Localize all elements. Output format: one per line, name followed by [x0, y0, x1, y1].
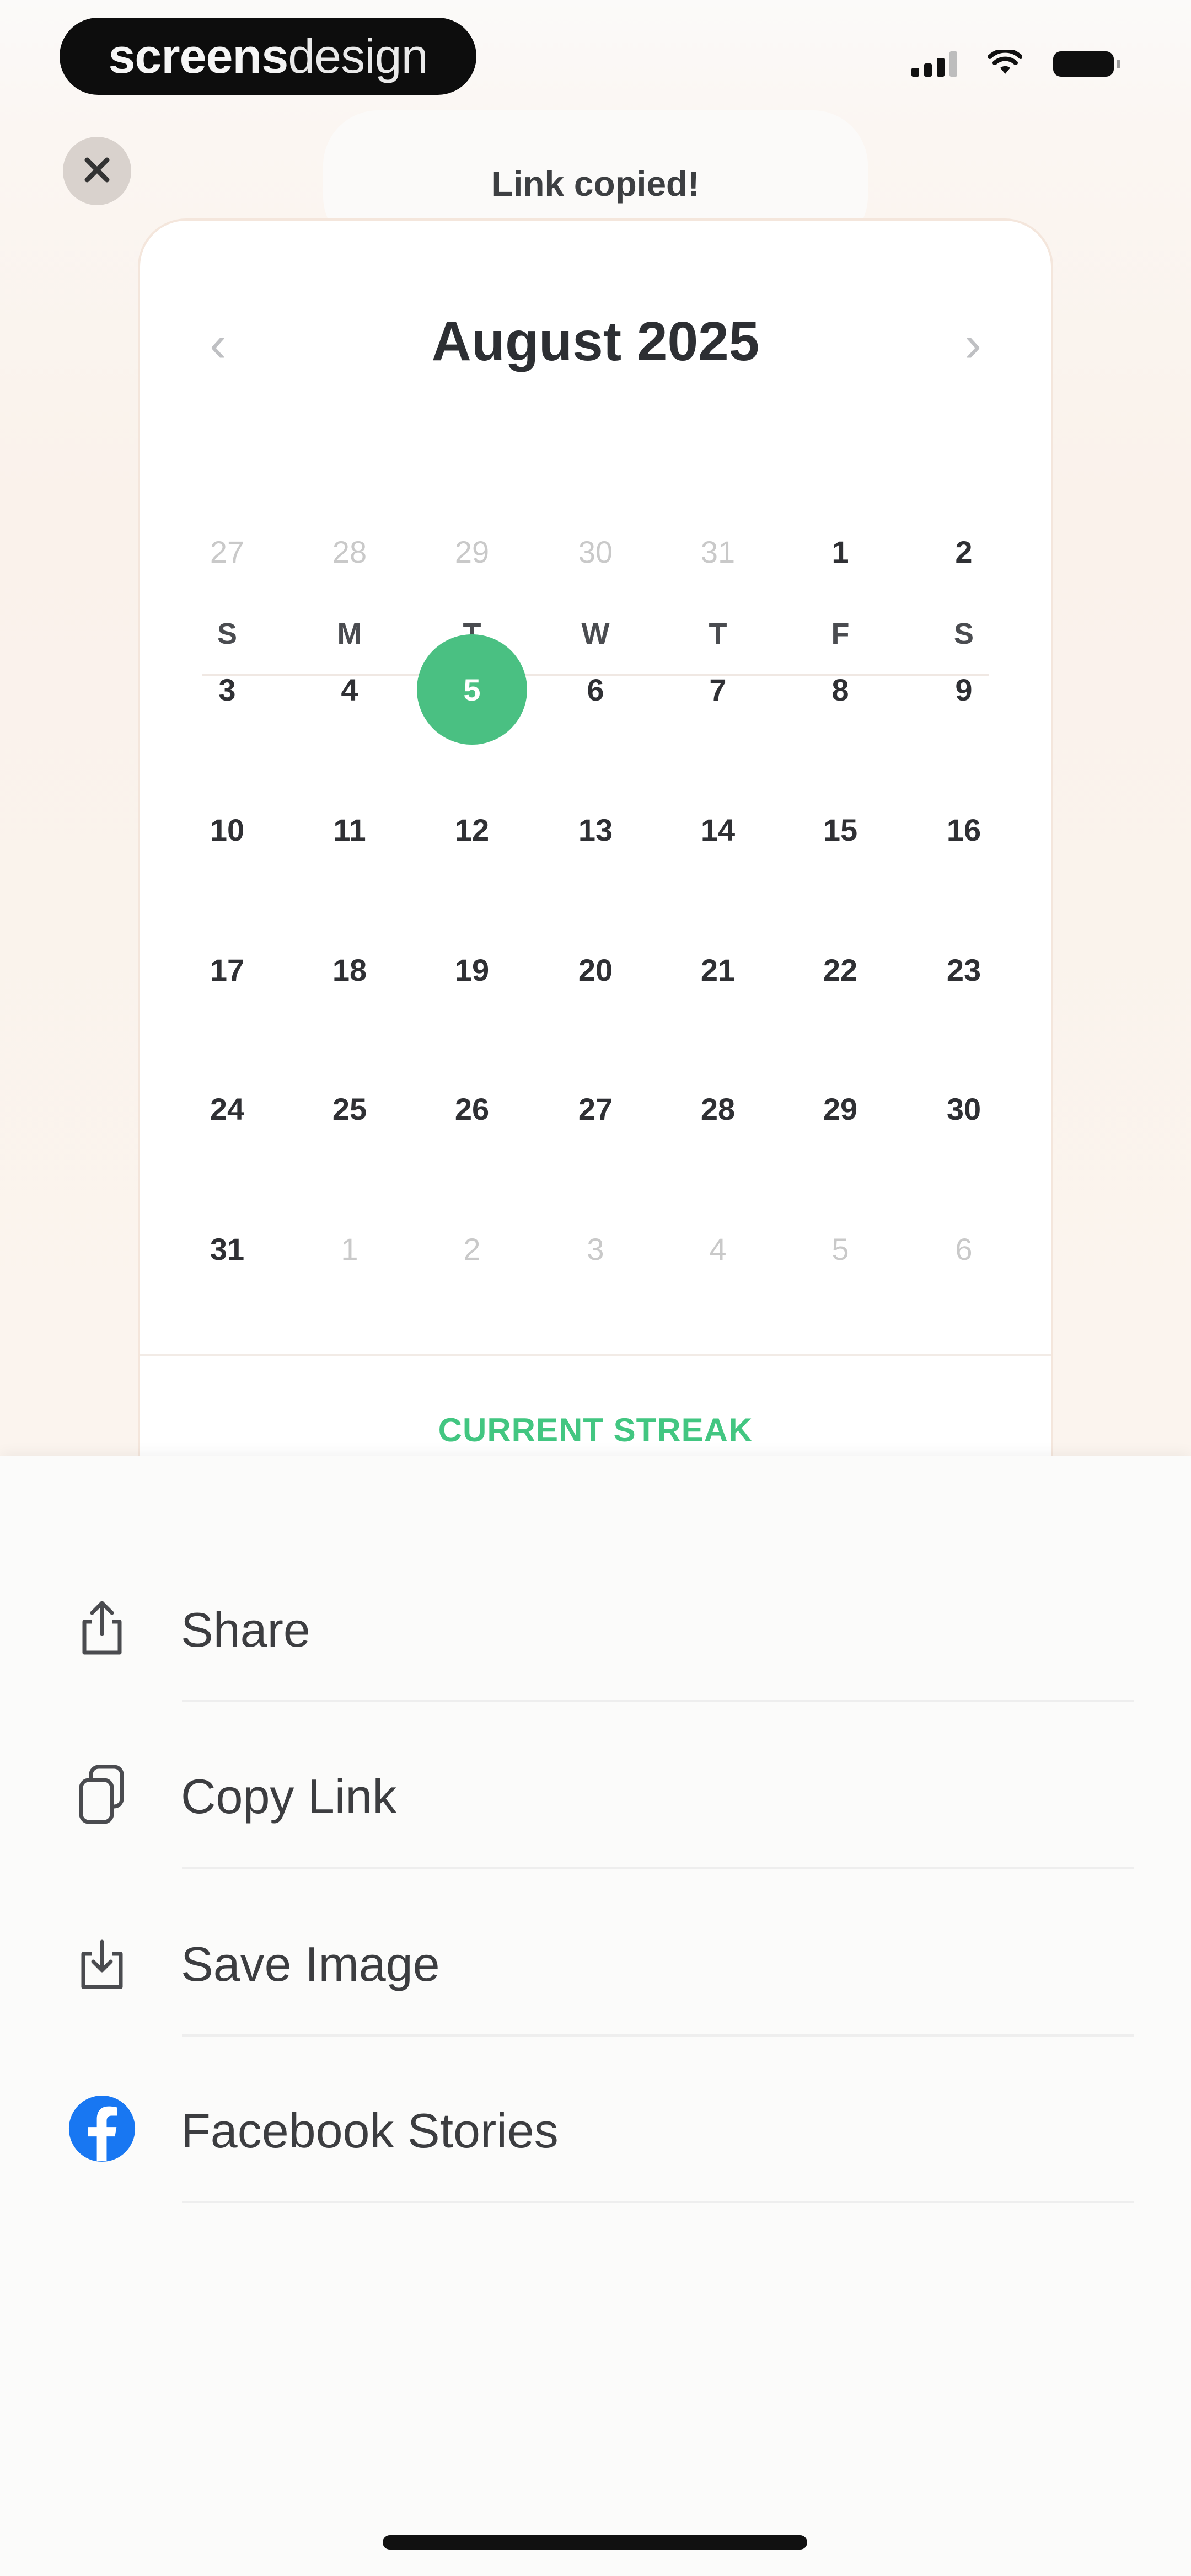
calendar-day[interactable]: 5	[417, 634, 527, 745]
calendar-card: ‹ August 2025 › SMTWTFS 27 28 29 30 31 1 2 3 4 5 6…	[140, 221, 1051, 1544]
calendar-day[interactable]: 1	[294, 1194, 405, 1304]
share-option-facebook-stories[interactable]: Facebook Stories	[0, 2045, 1191, 2211]
calendar-day[interactable]: 4	[294, 634, 405, 745]
calendar-day[interactable]: 22	[785, 915, 895, 1025]
copy-link-icon	[68, 1761, 136, 1828]
calendar-day[interactable]: 13	[540, 774, 651, 885]
sheet-divider	[182, 2034, 1134, 2037]
close-button[interactable]	[63, 137, 131, 205]
sheet-divider	[182, 2201, 1134, 2203]
close-icon	[82, 154, 112, 188]
watermark-light-text: design	[288, 29, 428, 83]
calendar-day[interactable]: 3	[172, 634, 282, 745]
calendar-day[interactable]: 3	[540, 1194, 651, 1304]
status-icons	[911, 48, 1120, 78]
share-option-label: Copy Link	[181, 1769, 397, 1824]
calendar-day[interactable]: 24	[172, 1054, 282, 1164]
share-icon	[68, 1594, 136, 1661]
calendar-day[interactable]: 29	[785, 1054, 895, 1164]
calendar-day[interactable]: 7	[663, 634, 773, 745]
chevron-right-icon[interactable]: ›	[964, 319, 981, 370]
calendar-day[interactable]: 30	[540, 496, 651, 607]
calendar-day[interactable]: 14	[663, 774, 773, 885]
current-streak-label: CURRENT STREAK	[438, 1412, 753, 1449]
watermark-bold-text: screens	[108, 29, 288, 83]
calendar-day[interactable]: 6	[909, 1194, 1019, 1304]
calendar-day[interactable]: 10	[172, 774, 282, 885]
calendar-day[interactable]: 20	[540, 915, 651, 1025]
calendar-day[interactable]: 8	[785, 634, 895, 745]
toast-text: Link copied!	[491, 164, 700, 204]
share-option-label: Save Image	[181, 1937, 440, 1991]
calendar-day[interactable]: 31	[663, 496, 773, 607]
home-indicator	[383, 2535, 807, 2550]
share-screen: screens design Link copied! ‹ August 202…	[0, 0, 1191, 2576]
share-option-save-image[interactable]: Save Image	[0, 1879, 1191, 2044]
calendar-day[interactable]: 16	[909, 774, 1019, 885]
calendar-day[interactable]: 21	[663, 915, 773, 1025]
calendar-day[interactable]: 31	[172, 1194, 282, 1304]
share-option-copy-link[interactable]: Copy Link	[0, 1711, 1191, 1877]
card-divider	[140, 1354, 1051, 1356]
calendar-day[interactable]: 29	[417, 496, 527, 607]
calendar-day[interactable]: 18	[294, 915, 405, 1025]
calendar-day[interactable]: 9	[909, 634, 1019, 745]
share-option-label: Share	[181, 1602, 310, 1657]
calendar-day[interactable]: 27	[172, 496, 282, 607]
calendar-day[interactable]: 6	[540, 634, 651, 745]
sheet-divider	[182, 1700, 1134, 1702]
screensdesign-watermark: screens design	[60, 18, 476, 95]
calendar-day[interactable]: 30	[909, 1054, 1019, 1164]
sheet-divider	[182, 1867, 1134, 1869]
calendar-day[interactable]: 19	[417, 915, 527, 1025]
calendar-day[interactable]: 4	[663, 1194, 773, 1304]
battery-icon	[1053, 51, 1120, 77]
share-option-share[interactable]: Share	[0, 1544, 1191, 1710]
calendar-day[interactable]: 5	[785, 1194, 895, 1304]
save-image-icon	[68, 1928, 136, 1996]
calendar-day[interactable]: 23	[909, 915, 1019, 1025]
wifi-icon	[988, 48, 1023, 78]
calendar-day[interactable]: 11	[294, 774, 405, 885]
calendar-day[interactable]: 15	[785, 774, 895, 885]
calendar-day[interactable]: 12	[417, 774, 527, 885]
calendar-day[interactable]: 17	[172, 915, 282, 1025]
calendar-day[interactable]: 27	[540, 1054, 651, 1164]
month-title: August 2025	[431, 311, 760, 372]
calendar-day[interactable]: 28	[294, 496, 405, 607]
status-bar: screens design	[0, 0, 1191, 110]
share-option-label: Facebook Stories	[181, 2103, 559, 2158]
facebook-icon	[68, 2095, 136, 2162]
share-sheet: Share Copy Link Save Image Facebook Stories	[0, 1456, 1191, 2576]
calendar-day[interactable]: 2	[417, 1194, 527, 1304]
signal-icon	[911, 51, 957, 77]
calendar-day[interactable]: 1	[785, 496, 895, 607]
calendar-day[interactable]: 28	[663, 1054, 773, 1164]
calendar-day[interactable]: 25	[294, 1054, 405, 1164]
calendar-day[interactable]: 26	[417, 1054, 527, 1164]
calendar-day[interactable]: 2	[909, 496, 1019, 607]
